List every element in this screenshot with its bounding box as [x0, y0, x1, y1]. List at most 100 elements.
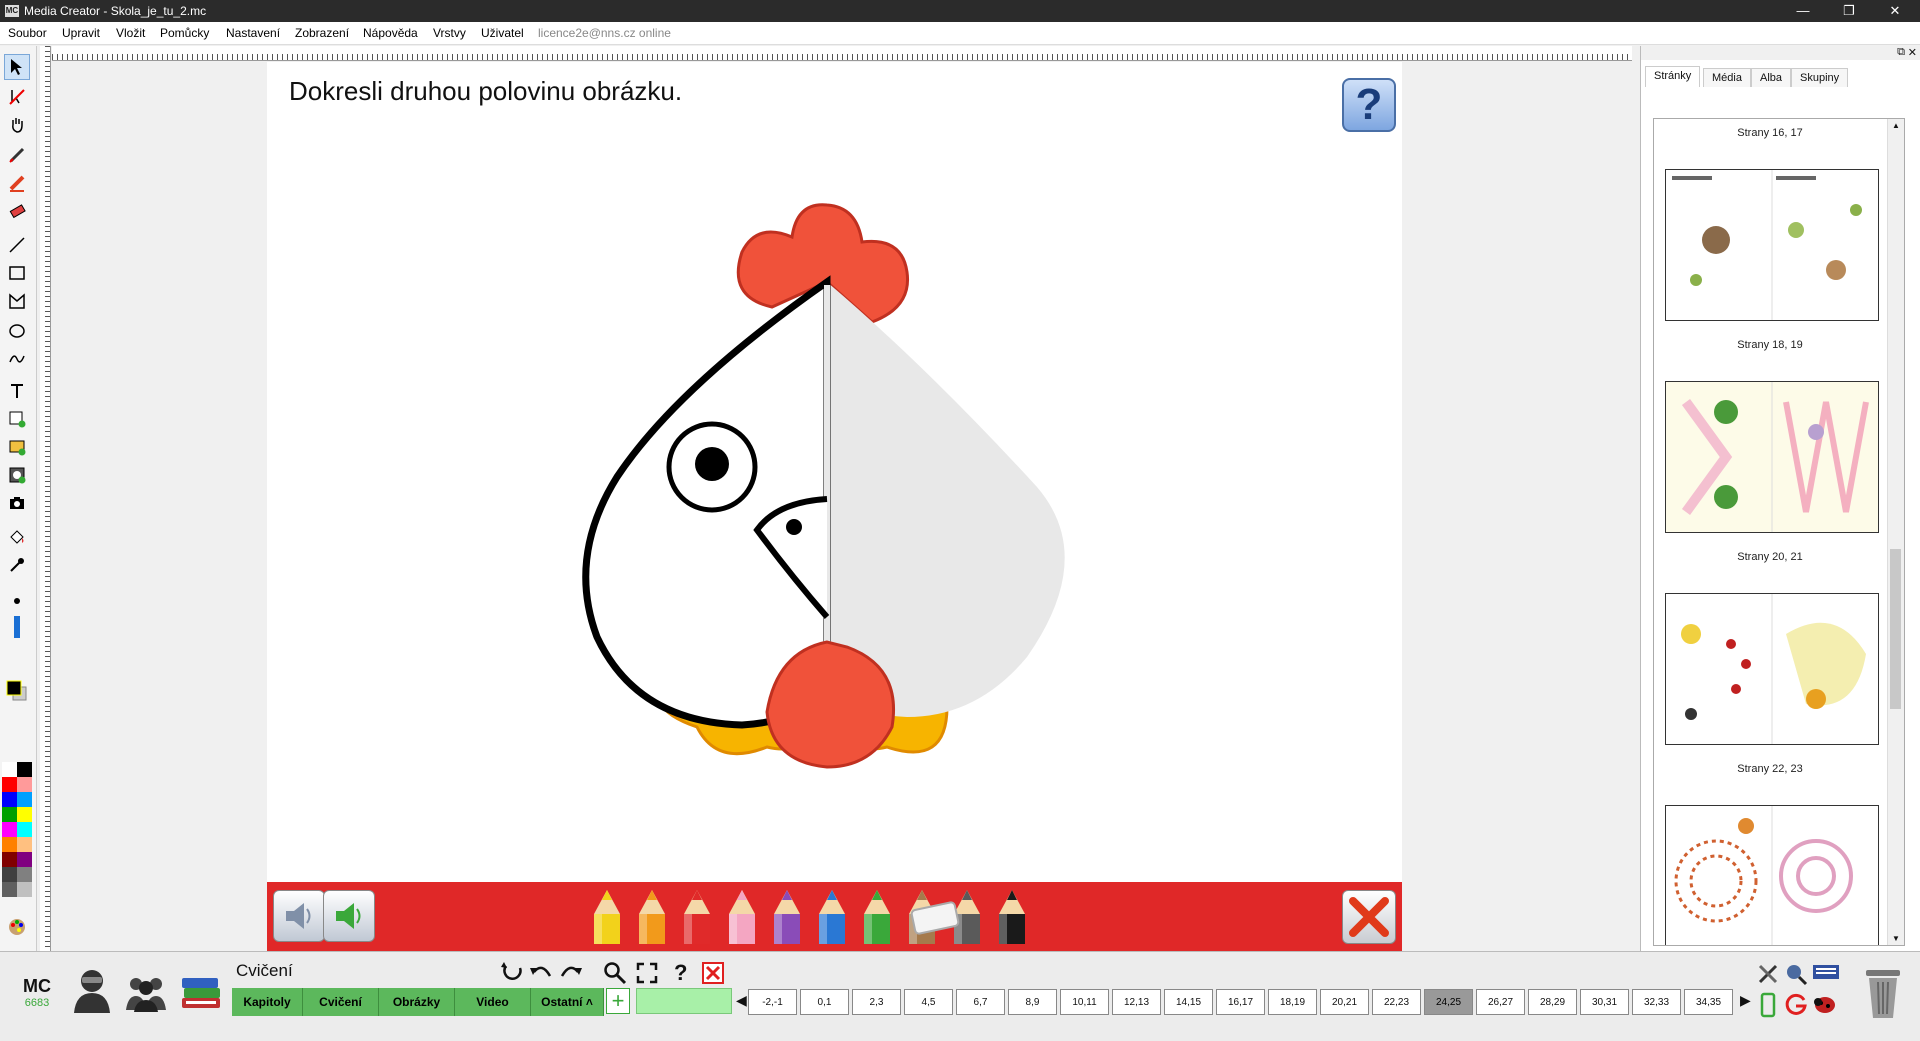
curve-icon[interactable]: [4, 346, 30, 372]
polygon-icon[interactable]: [4, 288, 30, 314]
group-button[interactable]: [124, 974, 168, 1017]
close-window-button[interactable]: ✕: [1872, 0, 1918, 22]
page-button[interactable]: 2,3: [852, 989, 901, 1015]
page-button[interactable]: 24,25: [1424, 989, 1473, 1015]
books-button[interactable]: [178, 968, 224, 1017]
page-button[interactable]: 14,15: [1164, 989, 1213, 1015]
chicken-drawing[interactable]: [527, 147, 1127, 807]
help-question-icon[interactable]: ?: [674, 960, 687, 986]
search-globe-button[interactable]: [1784, 962, 1808, 989]
eraser-tool-button[interactable]: [907, 898, 965, 941]
page-button[interactable]: 12,13: [1112, 989, 1161, 1015]
page-search-input[interactable]: [636, 988, 732, 1014]
palette-swatch[interactable]: [2, 792, 17, 807]
page-button[interactable]: 16,17: [1216, 989, 1265, 1015]
pencil-color-button[interactable]: [632, 888, 672, 951]
pencil-color-button[interactable]: [677, 888, 717, 951]
page-thumbnail[interactable]: [1665, 381, 1879, 533]
note-add-icon[interactable]: [4, 406, 30, 432]
close-exercise-button[interactable]: [1342, 890, 1396, 944]
menu-nastaveni[interactable]: Nastavení: [226, 26, 280, 40]
page-button[interactable]: 20,21: [1320, 989, 1369, 1015]
page-button[interactable]: 6,7: [956, 989, 1005, 1015]
menu-pomucky[interactable]: Pomůcky: [160, 26, 209, 40]
brush-size-icon[interactable]: [4, 588, 30, 614]
pencil-color-button[interactable]: [722, 888, 762, 951]
scroll-thumb[interactable]: [1890, 549, 1901, 709]
rotate-button[interactable]: [500, 960, 526, 987]
page-canvas[interactable]: Dokresli druhou polovinu obrázku. ?: [267, 62, 1402, 951]
eyedropper-icon[interactable]: [4, 552, 30, 578]
tab-kapitoly[interactable]: Kapitoly: [232, 988, 303, 1016]
palette-swatch[interactable]: [17, 882, 32, 897]
menu-vrstvy[interactable]: Vrstvy: [433, 26, 466, 40]
ladybug-button[interactable]: [1812, 992, 1838, 1019]
palette-swatch[interactable]: [17, 867, 32, 882]
minimize-button[interactable]: —: [1780, 0, 1826, 22]
palette-swatch[interactable]: [2, 777, 17, 792]
page-button[interactable]: -2,-1: [748, 989, 797, 1015]
eraser-icon[interactable]: [4, 198, 30, 224]
camera-icon[interactable]: [4, 490, 30, 516]
palette-swatch[interactable]: [17, 837, 32, 852]
palette-swatch[interactable]: [17, 807, 32, 822]
menu-napoveda[interactable]: Nápověda: [363, 26, 418, 40]
maximize-button[interactable]: ❐: [1826, 0, 1872, 22]
tab-video[interactable]: Video: [455, 988, 531, 1016]
palette-swatch[interactable]: [17, 822, 32, 837]
next-page-icon[interactable]: ▶: [1740, 992, 1751, 1009]
opacity-slider[interactable]: [4, 614, 30, 640]
image-add-icon[interactable]: [4, 434, 30, 460]
tab-media[interactable]: Média: [1703, 68, 1751, 87]
thumbnail-scrollbar[interactable]: ▲ ▼: [1887, 119, 1904, 945]
palette-swatch[interactable]: [17, 852, 32, 867]
page-thumbnail[interactable]: [1665, 805, 1879, 945]
pencil-color-button[interactable]: [767, 888, 807, 951]
select-arrow-icon[interactable]: [4, 54, 30, 80]
line-icon[interactable]: [4, 232, 30, 258]
page-button[interactable]: 8,9: [1008, 989, 1057, 1015]
page-button[interactable]: 18,19: [1268, 989, 1317, 1015]
page-button[interactable]: 28,29: [1528, 989, 1577, 1015]
zoom-button[interactable]: [603, 961, 627, 988]
page-button[interactable]: 26,27: [1476, 989, 1525, 1015]
pencil-color-button[interactable]: [812, 888, 852, 951]
fullscreen-button[interactable]: [636, 962, 658, 987]
rectangle-icon[interactable]: [4, 260, 30, 286]
palette-swatch[interactable]: [2, 762, 17, 777]
speaker-button[interactable]: [273, 890, 325, 942]
menu-uzivatel[interactable]: Uživatel: [481, 26, 524, 40]
palette-swatch[interactable]: [2, 852, 17, 867]
text-icon[interactable]: [4, 378, 30, 404]
fill-bucket-icon[interactable]: [4, 524, 30, 550]
menu-soubor[interactable]: Soubor: [8, 26, 47, 40]
more-colors-icon[interactable]: [4, 914, 30, 940]
tab-ostatni[interactable]: Ostatní ˄: [531, 988, 604, 1016]
tab-stranky[interactable]: Stránky: [1645, 66, 1701, 87]
page-button[interactable]: 30,31: [1580, 989, 1629, 1015]
page-button[interactable]: 0,1: [800, 989, 849, 1015]
menu-zobrazeni[interactable]: Zobrazení: [295, 26, 349, 40]
palette-swatch[interactable]: [2, 882, 17, 897]
menu-vlozit[interactable]: Vložit: [116, 26, 145, 40]
pencil-color-button[interactable]: [857, 888, 897, 951]
marker-icon[interactable]: [4, 170, 30, 196]
tab-alba[interactable]: Alba: [1751, 68, 1792, 87]
ellipse-icon[interactable]: [4, 318, 30, 344]
speaker-active-button[interactable]: [323, 890, 375, 942]
page-button[interactable]: 22,23: [1372, 989, 1421, 1015]
palette-swatch[interactable]: [17, 777, 32, 792]
pencil-color-button[interactable]: [992, 888, 1032, 951]
palette-swatch[interactable]: [2, 867, 17, 882]
scroll-up-icon[interactable]: ▲: [1892, 121, 1900, 130]
tools-button[interactable]: [1756, 962, 1780, 989]
page-button[interactable]: 4,5: [904, 989, 953, 1015]
panel-close-icon[interactable]: ✕: [1908, 46, 1917, 59]
add-page-button[interactable]: +: [606, 988, 630, 1014]
tab-skupiny[interactable]: Skupiny: [1791, 68, 1849, 87]
keyboard-button[interactable]: [1812, 962, 1840, 985]
undo-button[interactable]: [528, 962, 554, 985]
palette-swatch[interactable]: [17, 792, 32, 807]
page-thumbnail[interactable]: [1665, 169, 1879, 321]
palette-swatch[interactable]: [17, 762, 32, 777]
